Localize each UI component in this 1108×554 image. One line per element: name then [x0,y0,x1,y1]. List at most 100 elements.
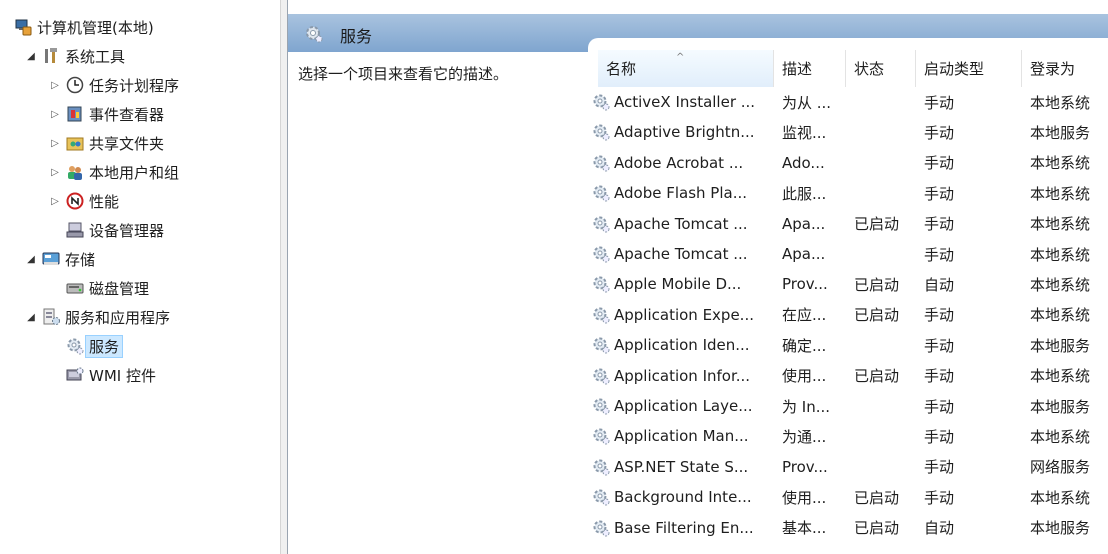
table-row[interactable]: Base Filtering En... 基本... 已启动 自动 本地服务 [593,513,1108,543]
service-logon-as-cell: 本地服务 [1030,330,1108,360]
tree-item[interactable]: ◢ 存储 [24,246,95,272]
service-startup-type: 手动 [924,336,955,355]
clock-icon [66,76,84,94]
service-status-cell: 已启动 [854,269,916,299]
tree-item[interactable]: WMI 控件 [48,362,156,388]
service-name: Adaptive Brightn... [614,123,755,142]
tree-item[interactable]: ▷ 性能 [48,188,119,214]
service-name-cell: Background Inte... [592,482,774,512]
service-startup-type-cell: 手动 [924,482,1022,512]
tree-item[interactable]: ◢ 系统工具 [24,43,125,69]
service-name: Base Filtering En... [614,518,754,537]
column-header[interactable]: 启动类型 [916,50,1022,87]
tree-item-label: 系统工具 [65,47,126,66]
service-name-cell: Apache Tomcat ... [592,239,774,269]
service-logon-as: 本地系统 [1030,488,1091,507]
service-logon-as: 本地系统 [1030,184,1091,203]
service-startup-type-cell: 手动 [924,300,1022,330]
service-gear-icon [592,184,610,202]
tree-item[interactable]: ▷ 事件查看器 [48,101,164,127]
service-logon-as-cell: 本地系统 [1030,87,1108,117]
table-row[interactable]: Application Man... 为通... 手动 本地系统 [593,421,1108,451]
service-description-cell: Apa... [782,209,846,239]
service-description-cell: Ado... [782,148,846,178]
table-header: 名称 ^ 描述 状态 启动类型 登录为 [598,50,1108,87]
collapsed-arrow-icon[interactable]: ▷ [48,167,62,178]
table-row[interactable]: Adobe Acrobat ... Ado... 手动 本地系统 [593,148,1108,178]
table-row[interactable]: Adobe Flash Pla... 此服... 手动 本地系统 [593,178,1108,208]
service-status-cell: 已启动 [854,209,916,239]
service-name-cell: ActiveX Installer ... [592,87,774,117]
service-name: Apache Tomcat ... [614,245,748,263]
service-gear-icon [592,367,610,385]
service-startup-type: 手动 [924,306,955,325]
collapsed-arrow-icon[interactable]: ▷ [48,80,62,91]
service-logon-as: 本地系统 [1030,306,1091,325]
table-row[interactable]: Apache Tomcat ... Apa... 手动 本地系统 [593,239,1108,269]
service-logon-as: 本地系统 [1030,427,1091,446]
service-status-cell: 已启动 [854,361,916,391]
table-row[interactable]: Apple Mobile D... Prov... 已启动 自动 本地系统 [593,269,1108,299]
service-logon-as-cell: 本地系统 [1030,269,1108,299]
table-row[interactable]: Application Laye... 为 In... 手动 本地服务 [593,391,1108,421]
service-description-cell: Prov... [782,269,846,299]
collapsed-arrow-icon[interactable]: ▷ [48,109,62,120]
service-logon-as-cell: 本地系统 [1030,300,1108,330]
description-text: 选择一个项目来查看它的描述。 [298,65,509,83]
tree-item[interactable]: 磁盘管理 [48,275,149,301]
pane-splitter[interactable] [280,0,288,554]
table-row[interactable]: Apache Tomcat ... Apa... 已启动 手动 本地系统 [593,209,1108,239]
navigation-tree: 计算机管理(本地) ◢ 系统工具 ▷ 任务计划程序 ▷ 事件查看器 ▷ 共享文件夹 ▷ 本地用户和… [0,0,280,554]
service-status-cell: 已启动 [854,513,916,543]
service-description-cell: 监视... [782,117,846,147]
disk-icon [66,279,84,297]
service-logon-as-cell: 本地系统 [1030,209,1108,239]
column-header[interactable]: 描述 [774,50,846,87]
service-logon-as: 本地服务 [1030,397,1091,416]
tree-item-label: 存储 [65,250,96,269]
tree-item[interactable]: 服务 [48,333,124,359]
service-startup-type-cell: 手动 [924,209,1022,239]
service-description-cell: 基本... [782,513,846,543]
service-startup-type: 手动 [924,367,955,386]
tree-item[interactable]: ▷ 本地用户和组 [48,159,179,185]
column-header[interactable]: 状态 [846,50,916,87]
service-status-cell [854,391,916,421]
expanded-arrow-icon[interactable]: ◢ [24,51,38,62]
service-status-cell [854,87,916,117]
column-header[interactable]: 名称 ^ [598,50,774,87]
tree-item-label: 服务和应用程序 [65,308,171,327]
table-row[interactable]: ActiveX Installer ... 为从 ... 手动 本地系统 [593,87,1108,117]
service-startup-type: 手动 [924,245,955,264]
service-startup-type-cell: 手动 [924,117,1022,147]
column-header[interactable]: 登录为 [1022,50,1108,87]
column-header-label: 名称 [606,60,637,78]
tree-item[interactable]: ▷ 共享文件夹 [48,130,164,156]
service-logon-as: 本地系统 [1030,215,1091,234]
service-name: Application Expe... [614,305,754,324]
collapsed-arrow-icon[interactable]: ▷ [48,196,62,207]
collapsed-arrow-icon[interactable]: ▷ [48,138,62,149]
table-row[interactable]: Application Expe... 在应... 已启动 手动 本地系统 [593,300,1108,330]
tree-item[interactable]: ◢ 服务和应用程序 [24,304,170,330]
service-status: 已启动 [854,215,900,234]
tree-root[interactable]: 计算机管理(本地) [10,14,154,40]
service-startup-type-cell: 自动 [924,269,1022,299]
service-startup-type: 手动 [924,215,955,234]
service-status-cell [854,117,916,147]
table-row[interactable]: Application Iden... 确定... 手动 本地服务 [593,330,1108,360]
tree-item[interactable]: ▷ 任务计划程序 [48,72,179,98]
service-description-cell: Apa... [782,239,846,269]
service-logon-as: 本地系统 [1030,367,1091,386]
service-description-cell: 使用... [782,361,846,391]
column-header-label: 描述 [782,60,813,78]
service-gear-icon [592,275,610,293]
expanded-arrow-icon[interactable]: ◢ [24,254,38,265]
table-row[interactable]: ASP.NET State S... Prov... 手动 网络服务 [593,452,1108,482]
table-row[interactable]: Application Infor... 使用... 已启动 手动 本地系统 [593,361,1108,391]
table-row[interactable]: Background Inte... 使用... 已启动 手动 本地系统 [593,482,1108,512]
expanded-arrow-icon[interactable]: ◢ [24,312,38,323]
table-row[interactable]: Adaptive Brightn... 监视... 手动 本地服务 [593,117,1108,147]
tree-item[interactable]: 设备管理器 [48,217,164,243]
service-startup-type-cell: 手动 [924,148,1022,178]
